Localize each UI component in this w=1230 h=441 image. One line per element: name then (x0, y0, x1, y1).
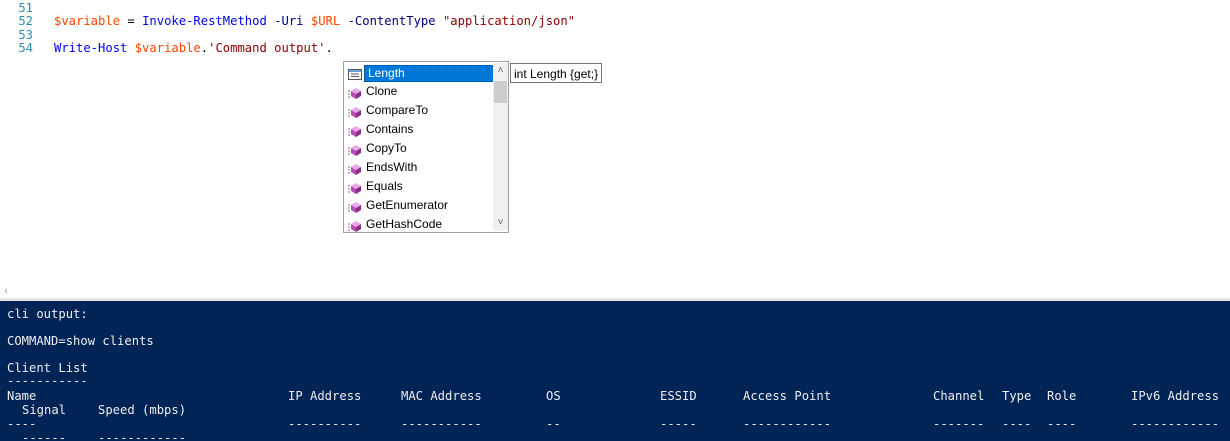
column-dashes: ---- (1047, 417, 1077, 431)
console-line: COMMAND=show clients (7, 334, 154, 348)
completion-item-equals[interactable]: Equals (345, 177, 493, 196)
completion-item-copyto[interactable]: CopyTo (345, 139, 493, 158)
completion-item-label: CompareTo (366, 103, 429, 117)
column-header: Speed (mbps) (98, 403, 187, 417)
method-icon (348, 219, 362, 232)
column-header: Type (1002, 389, 1032, 403)
completion-item-label: EndsWith (366, 160, 418, 174)
method-icon (348, 181, 362, 194)
script-editor-pane[interactable]: 51 52 $variable = Invoke-RestMethod -Uri $… (0, 0, 1230, 284)
console-line: Client List (7, 361, 88, 375)
column-header: Name (7, 389, 37, 403)
column-dashes: ----------- (401, 417, 482, 431)
column-dashes: ------ (22, 431, 67, 441)
code-token: -ContentType (347, 14, 436, 28)
scroll-up-icon[interactable]: ˄ (493, 63, 508, 79)
completion-item-clone[interactable]: Clone (345, 82, 493, 101)
column-header: OS (546, 389, 561, 403)
member-signature-tooltip: int Length {get;} (510, 63, 603, 83)
console-pane[interactable]: cli output: COMMAND=show clients Client … (0, 301, 1230, 441)
column-dashes: ---------- (288, 417, 362, 431)
code-token: -Uri (274, 14, 304, 28)
console-line: cli output: (7, 307, 88, 321)
line-number: 53 (18, 28, 33, 42)
line-50-partial (54, 0, 614, 2)
completion-item-label: Equals (366, 179, 403, 193)
completion-item-label: GetHashCode (366, 217, 443, 231)
method-icon (348, 143, 362, 156)
method-icon (348, 200, 362, 213)
code-token: "application/json" (442, 14, 576, 28)
column-header: IPv6 Address (1131, 389, 1220, 403)
completion-item-label: CopyTo (366, 141, 407, 155)
method-icon (348, 162, 362, 175)
code-text[interactable]: Write-Host $variable.'Command output'. (54, 41, 333, 55)
completion-item-label: Clone (366, 84, 398, 98)
column-header: ESSID (660, 389, 697, 403)
property-icon (348, 67, 362, 80)
column-header: Access Point (743, 389, 832, 403)
code-token: Invoke-RestMethod (142, 14, 267, 28)
completion-item-length[interactable]: Length (345, 63, 494, 82)
line-number: 51 (18, 1, 33, 15)
completion-item-getenumerator[interactable]: GetEnumerator (345, 196, 493, 215)
method-icon (348, 124, 362, 137)
line-number: 52 (18, 14, 33, 28)
line-number: 54 (18, 41, 33, 55)
code-token: = (120, 14, 143, 28)
column-header: MAC Address (401, 389, 482, 403)
column-dashes: ------------ (98, 431, 187, 441)
completion-item-contains[interactable]: Contains (345, 120, 493, 139)
column-dashes: ---- (1002, 417, 1032, 431)
column-header: IP Address (288, 389, 362, 403)
completion-list-scrollbar[interactable]: ˄ ˅ (493, 63, 508, 231)
completion-item-endswith[interactable]: EndsWith (345, 158, 493, 177)
console-line: ----------- (7, 374, 88, 388)
code-token: $URL (310, 14, 341, 28)
method-icon (348, 105, 362, 118)
code-token: . (200, 41, 209, 55)
code-token: $variable (54, 14, 121, 28)
column-dashes: ---- (7, 417, 37, 431)
code-token: 'Command output' (208, 41, 326, 55)
intellisense-completion-list[interactable]: Length Clone CompareTo Contains CopyTo EndsWi… (343, 61, 509, 233)
column-dashes: ------------ (743, 417, 832, 431)
completion-item-label: Contains (366, 122, 414, 136)
code-token: Write-Host (54, 41, 128, 55)
completion-item-label: GetEnumerator (366, 198, 449, 212)
column-dashes: ------- (933, 417, 985, 431)
method-icon (348, 86, 362, 99)
column-header: Role (1047, 389, 1077, 403)
code-token: $variable (134, 41, 201, 55)
column-dashes: ----- (660, 417, 697, 431)
column-header: Signal (22, 403, 67, 417)
column-dashes: -- (546, 417, 561, 431)
column-dashes: ------------ (1131, 417, 1220, 431)
completion-item-compareto[interactable]: CompareTo (345, 101, 493, 120)
code-text[interactable]: $variable = Invoke-RestMethod -Uri $URL … (54, 14, 575, 28)
chevron-left-icon[interactable]: ‹ (0, 284, 12, 298)
chevron-down-icon[interactable]: ˅ (493, 215, 508, 231)
scrollbar-thumb[interactable] (494, 81, 507, 103)
code-token: . (325, 41, 333, 55)
horizontal-scrollbar[interactable]: ‹ (0, 284, 1230, 298)
column-header: Channel (933, 389, 985, 403)
completion-item-label: Length (364, 65, 494, 82)
completion-item-gethashcode[interactable]: GetHashCode (345, 215, 493, 234)
